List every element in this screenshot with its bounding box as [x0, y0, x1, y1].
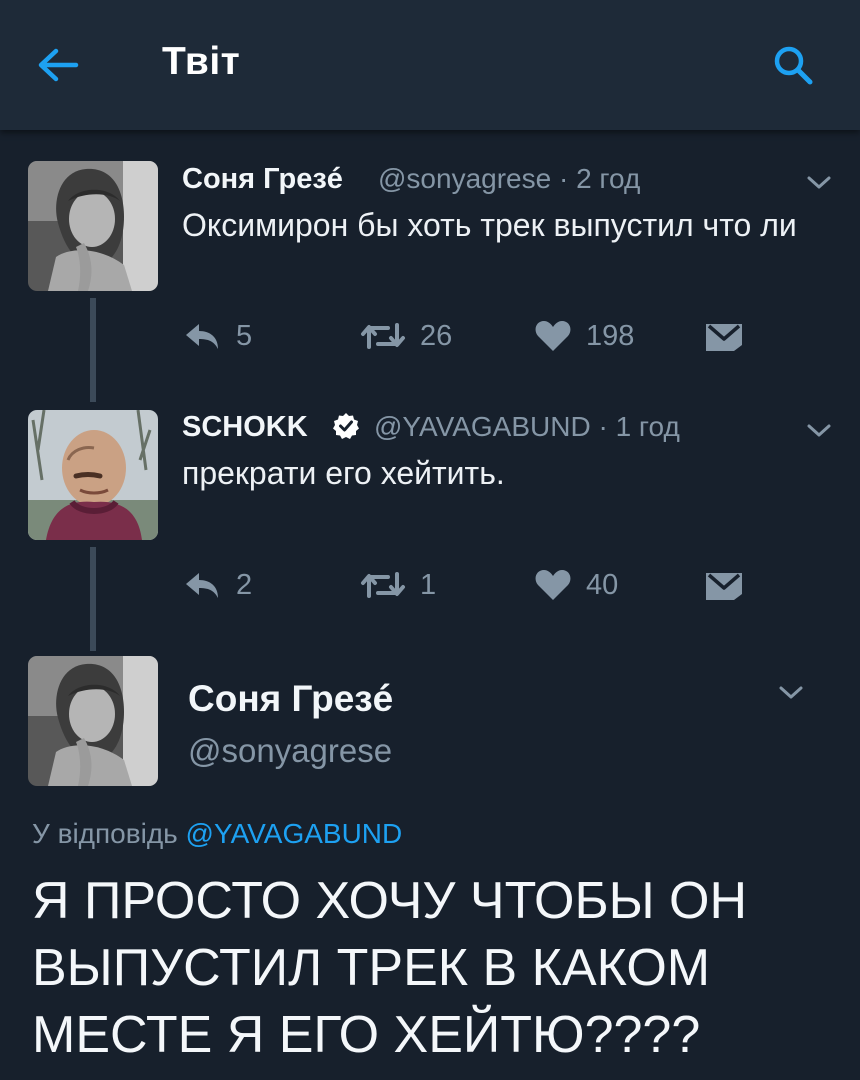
retweet-button[interactable]: 26 [360, 319, 452, 353]
like-button[interactable]: 40 [534, 568, 618, 602]
search-button[interactable] [768, 40, 820, 90]
author-handle-time: @YAVAGABUND · 1 год [374, 411, 680, 442]
reply-count: 5 [236, 319, 253, 352]
heart-icon [535, 570, 571, 600]
avatar-image [28, 656, 158, 786]
tweet-menu-chevron[interactable] [804, 420, 834, 442]
author-handle-time: @sonyagrese · 2 год [378, 163, 641, 194]
author-handle[interactable]: @sonyagrese [188, 732, 392, 770]
avatar-image [28, 410, 158, 540]
reply-button[interactable]: 5 [182, 319, 252, 353]
reply-button[interactable]: 2 [182, 568, 252, 602]
author-name[interactable]: SCHOKK [182, 411, 308, 444]
top-bar: Твіт [0, 0, 860, 130]
chevron-down-icon [807, 176, 831, 189]
tweet-text: прекрати его хейтить. [182, 455, 505, 491]
page-title: Твіт [162, 40, 241, 83]
retweet-icon [361, 572, 405, 598]
thread-line [90, 547, 96, 651]
retweet-count: 1 [420, 568, 437, 601]
retweet-count: 26 [420, 319, 453, 352]
author-name[interactable]: Соня Грезé [188, 678, 393, 720]
reply-icon [186, 573, 218, 598]
reply-prefix: У відповідь [32, 818, 178, 849]
search-icon [774, 46, 813, 85]
tweet-text: Оксимирон бы хоть трек выпустил что ли [182, 207, 797, 243]
avatar[interactable] [28, 410, 158, 540]
thread-line [90, 298, 96, 402]
back-button[interactable] [30, 40, 86, 90]
tweet-menu-chevron[interactable] [804, 172, 834, 194]
verified-badge-icon [332, 412, 360, 440]
direct-message-button[interactable] [706, 321, 742, 351]
avatar[interactable] [28, 161, 158, 291]
reply-count: 2 [236, 568, 253, 601]
main-tweet-text: Я ПРОСТО ХОЧУ ЧТОБЫ ОН ВЫПУСТИЛ ТРЕК В К… [32, 872, 748, 1064]
heart-icon [535, 321, 571, 351]
envelope-icon [706, 324, 742, 351]
avatar[interactable] [28, 656, 158, 786]
like-button[interactable]: 198 [534, 319, 634, 353]
reply-handle-link[interactable]: @YAVAGABUND [186, 818, 403, 849]
direct-message-button[interactable] [706, 570, 742, 600]
chevron-down-icon [807, 424, 831, 437]
back-arrow-icon [38, 48, 79, 82]
reply-context: У відповідь @YAVAGABUND [32, 818, 402, 850]
avatar-image [28, 161, 158, 291]
reply-icon [186, 324, 218, 349]
envelope-icon [706, 573, 742, 600]
chevron-down-icon [779, 686, 803, 699]
like-count: 198 [586, 319, 635, 352]
retweet-icon [361, 323, 405, 349]
like-count: 40 [586, 568, 619, 601]
author-name[interactable]: Соня Грезé [182, 163, 343, 196]
retweet-button[interactable]: 1 [360, 568, 436, 602]
tweet-menu-chevron[interactable] [776, 682, 806, 704]
